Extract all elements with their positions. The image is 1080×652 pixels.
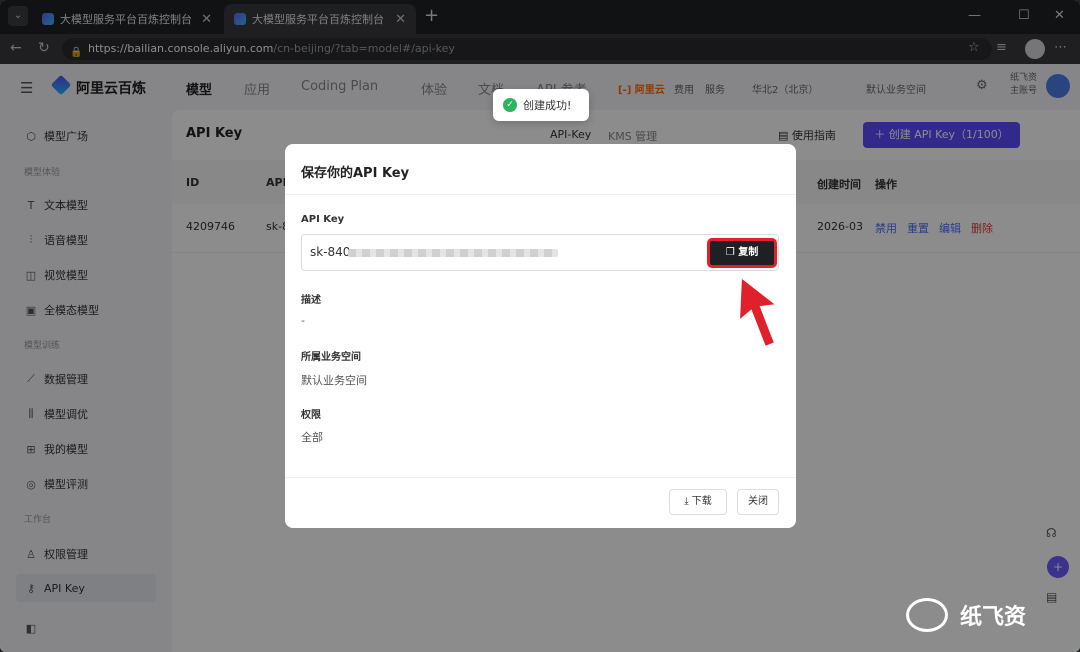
copy-icon: ❐ <box>725 247 739 258</box>
success-toast: ✓ 创建成功! <box>493 89 589 121</box>
divider <box>285 194 796 195</box>
permission-value: 全部 <box>301 431 323 444</box>
browser-window: ⌄ 大模型服务平台百炼控制台 ✕ 大模型服务平台百炼控制台 ✕ + — ☐ ✕ … <box>0 0 1080 652</box>
divider <box>285 477 796 478</box>
api-key-label: API Key <box>301 214 345 225</box>
masked-key-blur <box>348 249 558 257</box>
permission-label: 权限 <box>301 410 321 421</box>
close-button[interactable]: 关闭 <box>737 489 779 515</box>
annotation-arrow-icon <box>737 275 780 349</box>
save-api-key-dialog: 保存你的API Key API Key sk-840 ❐ 复制 描述 - 所属业… <box>285 144 796 528</box>
download-icon: ⤓ <box>684 496 692 507</box>
download-button[interactable]: ⤓ 下载 <box>669 489 727 515</box>
wechat-icon <box>906 598 948 632</box>
description-label: 描述 <box>301 295 321 306</box>
watermark: 纸飞资 <box>906 598 1026 632</box>
description-value: - <box>301 314 305 327</box>
copy-button[interactable]: ❐ 复制 <box>707 238 777 268</box>
dialog-title: 保存你的API Key <box>301 166 410 181</box>
check-circle-icon: ✓ <box>503 98 517 112</box>
workspace-value: 默认业务空间 <box>301 374 367 387</box>
workspace-label: 所属业务空间 <box>301 352 361 363</box>
